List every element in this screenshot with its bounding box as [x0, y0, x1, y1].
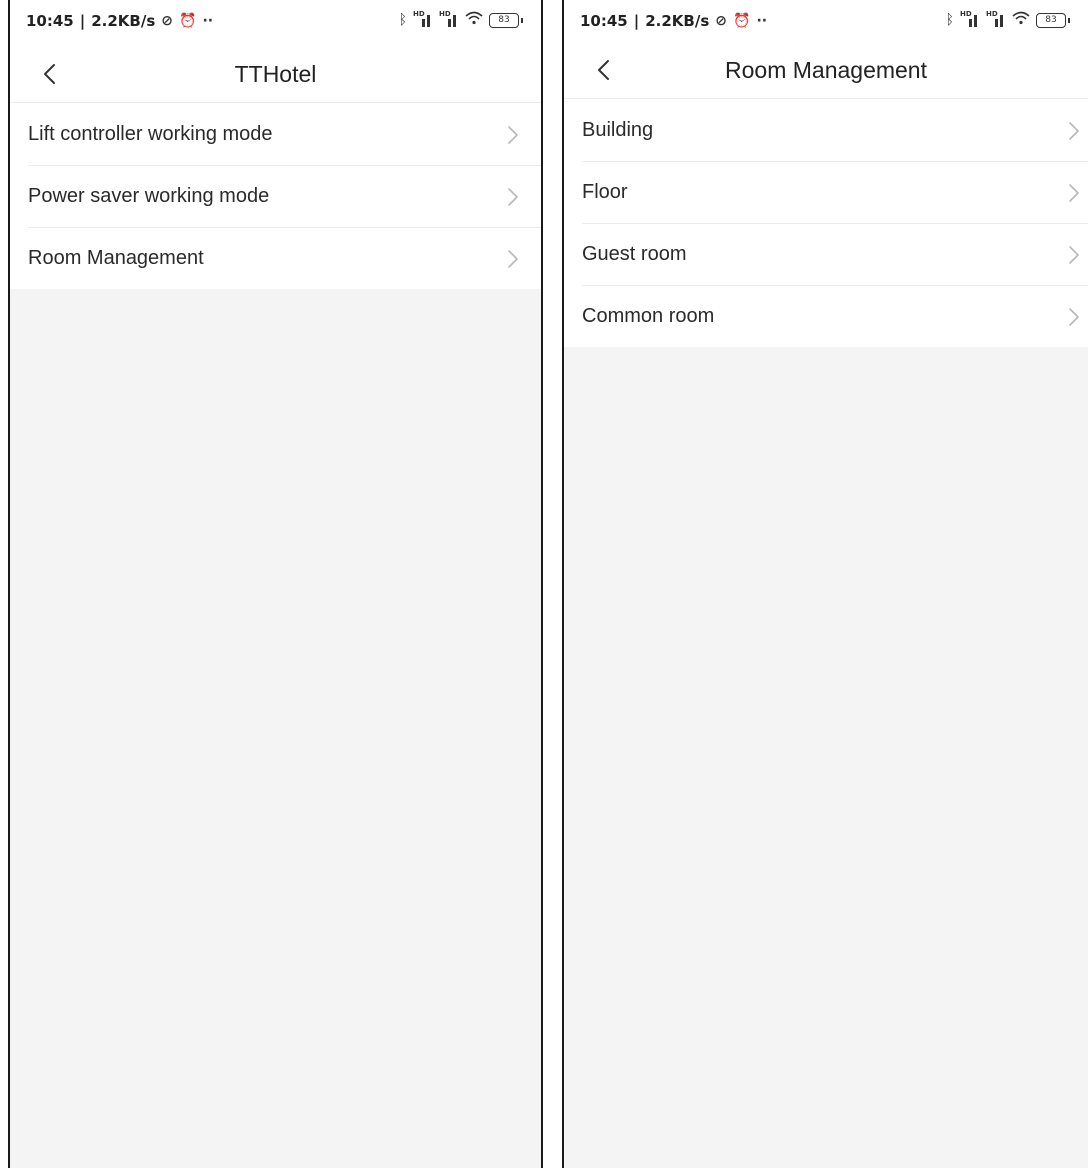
list-item-label: Guest room: [582, 242, 687, 265]
alarm-icon: ⏰: [733, 13, 751, 29]
nav-bar: TTHotel: [10, 46, 541, 102]
status-bar: 10:45 | 2.2KB/s ⊘ ⏰ ·· ᛒ HD HD 83: [10, 0, 541, 46]
more-dots-icon: ··: [756, 13, 768, 29]
screen-tthotel: 10:45 | 2.2KB/s ⊘ ⏰ ·· ᛒ HD HD 83 TTHotel …: [8, 0, 543, 1168]
list-item-common-room[interactable]: Common room: [564, 285, 1088, 347]
list-item-label: Building: [582, 118, 654, 141]
chevron-right-icon: [1069, 308, 1079, 326]
nav-bar: Room Management: [564, 46, 1088, 98]
list-item-building[interactable]: Building: [564, 99, 1088, 161]
status-left: 10:45 | 2.2KB/s ⊘ ⏰ ··: [580, 12, 768, 30]
wifi-icon: [1012, 11, 1030, 29]
signal-icon: HD: [439, 10, 459, 28]
list-item-power-saver-working-mode[interactable]: Power saver working mode: [10, 165, 541, 227]
bluetooth-icon: ᛒ: [398, 12, 407, 28]
bluetooth-icon: ᛒ: [945, 12, 954, 28]
chevron-right-icon: [508, 126, 518, 144]
status-time: 10:45: [26, 12, 74, 30]
list-item-label: Power saver working mode: [28, 184, 270, 207]
signal-icon: HD: [986, 10, 1006, 28]
screen-room-management: 10:45 | 2.2KB/s ⊘ ⏰ ·· ᛒ HD HD 83 Room Man…: [562, 0, 1088, 1168]
room-management-list: Building Floor Guest room Common room: [564, 98, 1088, 347]
status-speed: 2.2KB/s: [91, 12, 156, 30]
mute-icon: ⊘: [715, 13, 728, 29]
settings-list: Lift controller working mode Power saver…: [10, 102, 541, 289]
list-item-label: Lift controller working mode: [28, 122, 273, 145]
status-bar: 10:45 | 2.2KB/s ⊘ ⏰ ·· ᛒ HD HD 83: [564, 0, 1088, 46]
status-right: ᛒ HD HD 83: [945, 10, 1070, 29]
list-item-label: Common room: [582, 304, 715, 327]
alarm-icon: ⏰: [179, 13, 197, 29]
battery-icon: 83: [1036, 12, 1070, 28]
more-dots-icon: ··: [202, 13, 214, 29]
list-item-lift-controller-working-mode[interactable]: Lift controller working mode: [10, 103, 541, 165]
chevron-right-icon: [508, 188, 518, 206]
battery-icon: 83: [489, 12, 523, 28]
chevron-right-icon: [1069, 246, 1079, 264]
list-item-guest-room[interactable]: Guest room: [564, 223, 1088, 285]
status-left: 10:45 | 2.2KB/s ⊘ ⏰ ··: [26, 12, 214, 30]
page-title: Room Management: [725, 57, 927, 83]
wifi-icon: [465, 11, 483, 29]
chevron-right-icon: [1069, 184, 1079, 202]
chevron-right-icon: [508, 250, 518, 268]
page-title: TTHotel: [234, 61, 317, 87]
list-item-label: Room Management: [28, 246, 204, 269]
signal-icon: HD: [960, 10, 980, 28]
chevron-right-icon: [1069, 122, 1079, 140]
status-right: ᛒ HD HD 83: [398, 10, 523, 29]
signal-icon: HD: [413, 10, 433, 28]
list-item-floor[interactable]: Floor: [564, 161, 1088, 223]
status-speed: 2.2KB/s: [645, 12, 710, 30]
mute-icon: ⊘: [161, 13, 174, 29]
list-item-label: Floor: [582, 180, 628, 203]
list-item-room-management[interactable]: Room Management: [10, 227, 541, 289]
status-time: 10:45: [580, 12, 628, 30]
